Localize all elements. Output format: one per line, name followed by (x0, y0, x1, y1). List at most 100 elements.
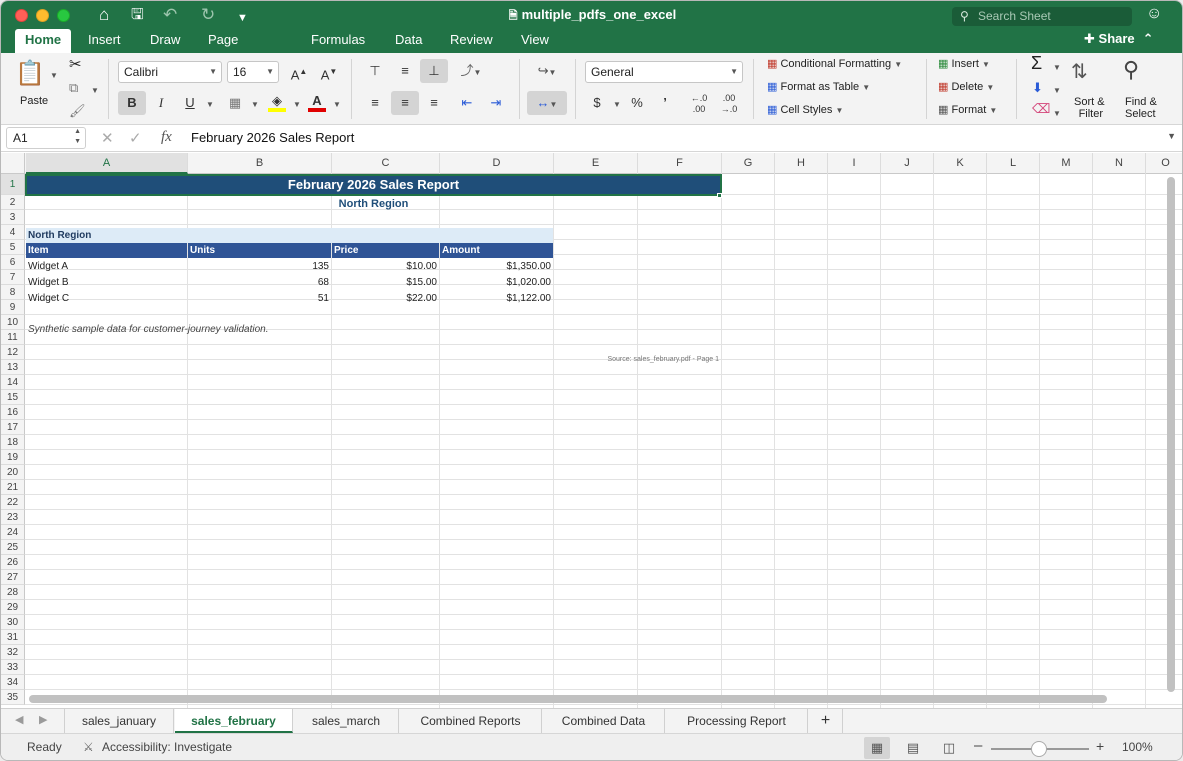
source-cell[interactable]: Source: sales_february.pdf - Page 1 (441, 352, 721, 367)
paste-icon[interactable]: 📋 (15, 59, 45, 89)
find-select-button[interactable]: Find & Select (1125, 96, 1157, 120)
tab-insert[interactable]: Insert (84, 29, 125, 53)
row-header-18[interactable]: 18 (1, 435, 25, 450)
tab-view[interactable]: View (517, 29, 553, 53)
row-header-26[interactable]: 26 (1, 555, 25, 570)
row-header-7[interactable]: 7 (1, 270, 25, 285)
confirm-edit-icon[interactable]: ✓ (129, 129, 142, 147)
sheet-tab-combined-data[interactable]: Combined Data (543, 709, 665, 733)
table-cell-amount[interactable]: $1,122.00 (440, 291, 553, 306)
fill-color-dropdown-icon[interactable]: ▼ (293, 98, 301, 110)
cancel-edit-icon[interactable]: ✕ (101, 129, 114, 147)
underline-button[interactable]: U (177, 91, 203, 115)
sheet-tab-sales-march[interactable]: sales_march (294, 709, 399, 733)
comma-style-button[interactable]: ’ (653, 91, 677, 115)
clear-icon[interactable]: ⌫ (1032, 101, 1050, 117)
table-cell-units[interactable]: 68 (188, 275, 331, 290)
row-header-30[interactable]: 30 (1, 615, 25, 630)
column-header-k[interactable]: K (934, 153, 987, 174)
column-header-f[interactable]: F (638, 153, 722, 174)
sheet-tab-sales-january[interactable]: sales_january (64, 709, 174, 733)
horizontal-scrollbar[interactable] (29, 695, 1107, 703)
copy-dropdown-icon[interactable]: ▼ (91, 84, 99, 96)
tab-home[interactable]: Home (15, 29, 72, 53)
fill-dropdown-icon[interactable]: ▼ (1053, 84, 1061, 96)
row-header-28[interactable]: 28 (1, 585, 25, 600)
sort-filter-icon[interactable]: ⇅ (1071, 59, 1088, 84)
row-header-17[interactable]: 17 (1, 420, 25, 435)
row-header-25[interactable]: 25 (1, 540, 25, 555)
percent-button[interactable]: % (625, 91, 649, 115)
zoom-in-icon[interactable]: + (1096, 738, 1104, 754)
name-box[interactable]: A1 ▲ ▼ (6, 127, 86, 149)
tab-page-layout[interactable]: Page Layout (204, 29, 251, 69)
tab-draw[interactable]: Draw (146, 29, 184, 53)
name-box-stepper-icon[interactable]: ▲ ▼ (74, 127, 81, 147)
tab-review[interactable]: Review (446, 29, 497, 53)
clear-dropdown-icon[interactable]: ▼ (1053, 107, 1061, 119)
accessibility-icon[interactable]: ⚔ (83, 740, 94, 754)
find-select-icon[interactable]: ⚲ (1123, 57, 1139, 83)
column-header-j[interactable]: J (881, 153, 934, 174)
borders-dropdown-icon[interactable]: ▼ (251, 98, 259, 110)
add-sheet-button[interactable]: + (809, 709, 843, 733)
section-label-cell[interactable]: North Region (26, 228, 553, 243)
normal-view-icon[interactable]: ▦ (864, 737, 890, 759)
underline-dropdown-icon[interactable]: ▼ (206, 98, 214, 110)
copy-icon[interactable]: ⧉ (69, 80, 78, 96)
report-title-cell[interactable]: February 2026 Sales Report (25, 174, 722, 196)
fill-color-icon[interactable]: ◈ (265, 89, 289, 113)
row-header-34[interactable]: 34 (1, 675, 25, 690)
cell-styles-button[interactable]: ▦ Cell Styles ▼ (767, 103, 843, 116)
tab-formulas[interactable]: Formulas (307, 29, 369, 53)
align-left-icon[interactable]: ≡ (361, 91, 389, 115)
currency-button[interactable]: $ (585, 91, 609, 115)
font-color-dropdown-icon[interactable]: ▼ (333, 98, 341, 110)
conditional-formatting-button[interactable]: ▦ Conditional Formatting ▼ (767, 57, 902, 70)
column-header-i[interactable]: I (828, 153, 881, 174)
table-cell-price[interactable]: $10.00 (332, 259, 439, 274)
align-center-icon[interactable]: ≡ (391, 91, 419, 115)
decrease-decimal-icon[interactable]: .00 →.0 (715, 91, 743, 115)
row-header-33[interactable]: 33 (1, 660, 25, 675)
expand-formula-bar-icon[interactable]: ▼ (1167, 131, 1176, 141)
borders-icon[interactable]: ▦ (222, 91, 248, 115)
format-painter-icon[interactable]: 🖌 (69, 103, 86, 119)
font-name-select[interactable]: Calibri ▼ (118, 61, 222, 83)
row-header-9[interactable]: 9 (1, 300, 25, 315)
sheet-tab-sales-february[interactable]: sales_february (175, 709, 293, 733)
column-header-c[interactable]: C (332, 153, 440, 174)
previous-sheet-icon[interactable]: ◀ (15, 713, 23, 726)
account-icon[interactable]: ☺ (1146, 5, 1162, 23)
cut-icon[interactable]: ✂ (69, 55, 82, 73)
row-header-13[interactable]: 13 (1, 360, 25, 375)
merge-center-icon[interactable]: ↔▼ (527, 91, 567, 115)
row-header-10[interactable]: 10 (1, 315, 25, 330)
row-header-8[interactable]: 8 (1, 285, 25, 300)
row-header-1[interactable]: 1 (1, 174, 25, 195)
align-bottom-icon[interactable]: ⊥ (420, 59, 448, 83)
row-header-5[interactable]: 5 (1, 240, 25, 255)
table-cell-price[interactable]: $15.00 (332, 275, 439, 290)
row-header-27[interactable]: 27 (1, 570, 25, 585)
column-header-n[interactable]: N (1093, 153, 1146, 174)
tab-data[interactable]: Data (391, 29, 426, 53)
row-header-31[interactable]: 31 (1, 630, 25, 645)
table-cell-item[interactable]: Widget C (26, 291, 187, 306)
font-color-icon[interactable]: A (305, 89, 329, 113)
column-header-g[interactable]: G (722, 153, 775, 174)
row-header-20[interactable]: 20 (1, 465, 25, 480)
fill-icon[interactable]: ⬇ (1032, 80, 1043, 96)
table-header-price[interactable]: Price (332, 243, 439, 258)
paste-dropdown-icon[interactable]: ▼ (50, 69, 58, 81)
table-header-item[interactable]: Item (26, 243, 187, 258)
increase-decimal-icon[interactable]: ←.0.00 (685, 91, 713, 115)
search-sheet-input[interactable]: ⚲ Search Sheet (952, 7, 1132, 26)
row-header-24[interactable]: 24 (1, 525, 25, 540)
table-cell-item[interactable]: Widget B (26, 275, 187, 290)
autosum-dropdown-icon[interactable]: ▼ (1053, 61, 1061, 73)
table-cell-price[interactable]: $22.00 (332, 291, 439, 306)
table-cell-amount[interactable]: $1,350.00 (440, 259, 553, 274)
row-header-16[interactable]: 16 (1, 405, 25, 420)
share-button[interactable]: ✚ Share ⌃ (1084, 31, 1154, 47)
